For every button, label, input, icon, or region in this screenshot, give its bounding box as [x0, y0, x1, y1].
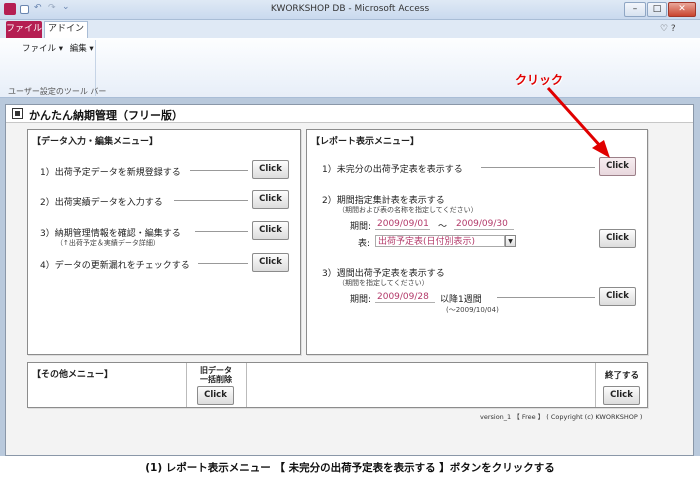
report-panel-title: 【レポート表示メニュー】	[311, 137, 420, 147]
window-title: KWORKSHOP DB - Microsoft Access	[270, 4, 430, 14]
data-panel-title: 【データ入力・編集メニュー】	[32, 137, 159, 147]
leader-line	[497, 297, 595, 298]
version-text: version_1 【 Free 】 ( Copyright (c) KWORK…	[480, 413, 643, 421]
old-data-label-line2: 一括削除	[200, 375, 232, 384]
week-after-text: 以降1週間	[440, 295, 482, 305]
bulk-delete-button[interactable]: Click	[197, 386, 234, 405]
maximize-button[interactable]: □	[647, 2, 667, 17]
tab-file[interactable]: ファイル	[6, 21, 42, 38]
divider	[595, 363, 596, 407]
tab-addin[interactable]: アドイン	[44, 21, 88, 38]
menu-file[interactable]: ファイル ▾	[22, 44, 63, 54]
divider	[246, 363, 247, 407]
weekly-report-button[interactable]: Click	[599, 287, 636, 306]
leader-line	[195, 231, 248, 232]
new-shipment-button[interactable]: Click	[252, 160, 289, 179]
period-report-button[interactable]: Click	[599, 229, 636, 248]
data-item-label-1: 1）出荷予定データを新規登録する	[40, 168, 181, 178]
form-title: かんたん納期管理（フリー版）	[29, 109, 183, 122]
exit-label: 終了する	[604, 371, 639, 381]
period-to-field[interactable]: 2009/09/30	[454, 218, 514, 230]
minimize-button[interactable]: –	[624, 2, 646, 17]
period-label: 期間:	[350, 222, 372, 232]
period-tilde: 〜	[438, 222, 448, 232]
check-missing-button[interactable]: Click	[252, 253, 289, 272]
old-data-label-line1: 旧データ	[200, 366, 232, 375]
other-panel-title: 【その他メニュー】	[32, 370, 114, 380]
menu-edit[interactable]: 編集 ▾	[70, 44, 94, 54]
old-data-label: 旧データ 一括削除	[190, 366, 242, 384]
table-select[interactable]: 出荷予定表(日付別表示)	[375, 235, 505, 247]
ribbon-group-label: ユーザー設定のツール バー	[8, 87, 107, 96]
leader-line	[174, 200, 248, 201]
week-range-note: (〜2009/10/04)	[446, 306, 499, 314]
edit-delivery-button[interactable]: Click	[252, 221, 289, 240]
period-from-field[interactable]: 2009/09/01	[375, 218, 430, 230]
annotation-arrow-icon	[546, 86, 610, 158]
table-label: 表:	[358, 239, 371, 249]
leader-line	[481, 167, 595, 168]
week-period-label: 期間:	[350, 295, 372, 305]
report-item-sub-3: （期間を指定してください）	[338, 279, 429, 287]
ribbon-tab-strip	[0, 20, 700, 38]
week-start-field[interactable]: 2009/09/28	[375, 291, 435, 303]
input-actual-button[interactable]: Click	[252, 190, 289, 209]
leader-line	[198, 263, 248, 264]
divider	[186, 363, 187, 407]
ribbon-help-icons[interactable]: ♡ ?	[660, 24, 676, 34]
exit-button[interactable]: Click	[603, 386, 640, 405]
close-button[interactable]: ✕	[668, 2, 696, 17]
other-menu-panel	[27, 362, 648, 408]
leader-line	[190, 170, 248, 171]
form-icon	[12, 108, 23, 119]
dropdown-arrow-icon[interactable]: ▼	[505, 235, 516, 247]
report-item-sub-2: （期間および表の名称を指定してください）	[338, 206, 478, 214]
data-item-label-4: 4）データの更新漏れをチェックする	[40, 261, 190, 271]
data-item-sub-3: （↑出荷予定＆実績データ詳細）	[56, 239, 160, 247]
caption: (1) レポート表示メニュー 【 未完分の出荷予定表を表示する 】ボタンをクリッ…	[145, 462, 555, 474]
custom-menu-row: ファイル ▾ 編集 ▾	[22, 42, 94, 54]
report-item-label-1: 1）未完分の出荷予定表を表示する	[322, 165, 463, 175]
data-item-label-2: 2）出荷実績データを入力する	[40, 198, 163, 208]
